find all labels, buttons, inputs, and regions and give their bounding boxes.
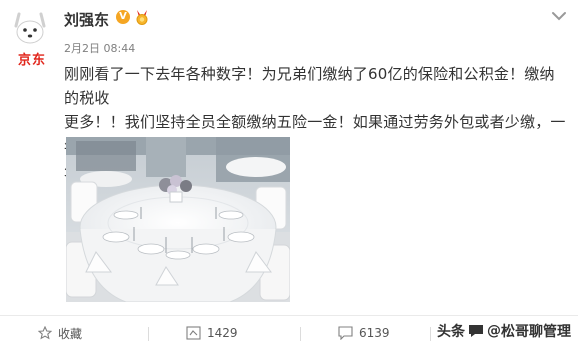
divider [430, 327, 431, 341]
watermark-suffix: 松哥聊管理 [501, 324, 571, 340]
favorite-label: 收藏 [58, 326, 83, 341]
verified-badge: V [116, 10, 130, 24]
avatar[interactable]: 京东 [10, 8, 50, 68]
comment-button[interactable]: 6139 [338, 316, 390, 349]
repost-count: 1429 [207, 326, 238, 340]
weibo-post: 京东 刘强东 V 2月2日 08:44 刚刚看了一下去年各种数字！为兄弟们缴纳了… [0, 0, 578, 349]
content-line: 刚刚看了一下去年各种数字！为兄弟们缴纳了60亿的保险和公积金！缴纳的税收 [64, 65, 555, 107]
comment-icon [338, 326, 353, 340]
watermark-prefix: 头条 [437, 324, 465, 340]
post-timestamp[interactable]: 2月2日 08:44 [64, 40, 135, 56]
star-icon [38, 326, 52, 340]
divider [148, 327, 149, 341]
chevron-down-icon[interactable] [551, 10, 567, 22]
watermark-at: @ [487, 323, 501, 339]
comment-count: 6139 [359, 326, 390, 340]
repost-icon [186, 326, 201, 340]
watermark: 头条 @ 松哥聊管理 [437, 321, 571, 341]
favorite-button[interactable]: 收藏 [38, 316, 82, 349]
jd-dog-mascot-icon [14, 12, 46, 44]
banquet-table-image [66, 137, 290, 302]
jd-logo-text: 京东 [17, 53, 46, 68]
repost-button[interactable]: 1429 [186, 316, 238, 349]
chat-bubble-icon [469, 325, 483, 337]
divider [300, 327, 301, 341]
post-photo[interactable] [66, 137, 290, 302]
medal-icon[interactable] [133, 9, 151, 25]
author-name[interactable]: 刘强东 [64, 9, 109, 30]
